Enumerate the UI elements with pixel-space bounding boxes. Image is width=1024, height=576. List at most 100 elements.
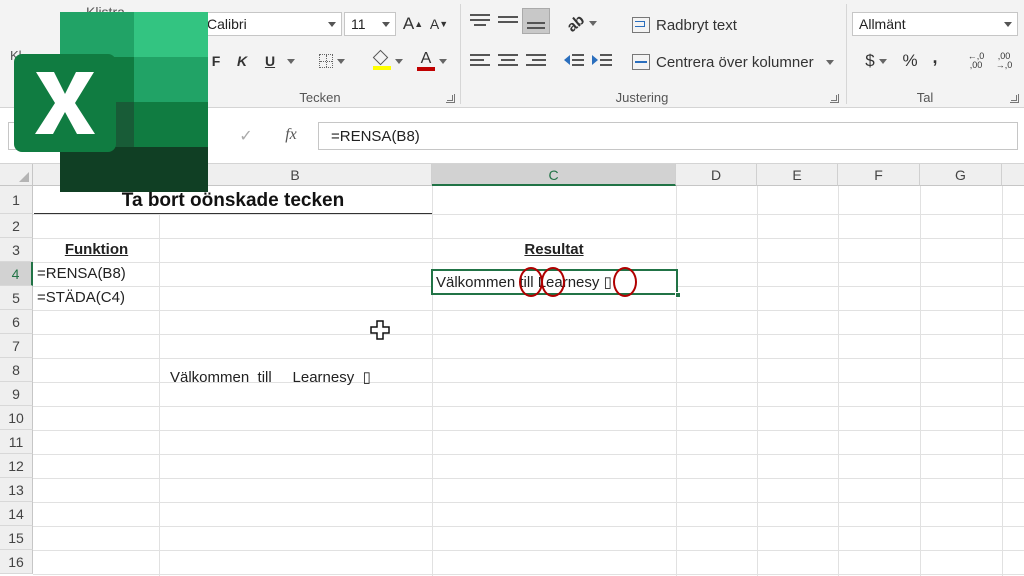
number-format-dropdown[interactable]: Allmänt [852,12,1018,36]
wrap-text-label: Radbryt text [656,16,737,34]
increase-decimal-button[interactable]: ←,0,00 [964,50,988,72]
decrease-indent-button[interactable] [564,52,584,68]
row-header-2[interactable]: 2 [0,214,33,238]
gridline [33,454,1024,455]
text-orientation-icon: ab [563,10,589,36]
wrap-text-button[interactable]: Radbryt text [632,14,737,36]
excel-logo-icon [14,12,208,192]
chevron-down-icon [382,22,390,27]
font-size-dropdown[interactable]: 11 [344,12,396,36]
gridline [33,478,1024,479]
insert-function-button[interactable]: fx [280,124,302,146]
align-center-button[interactable] [498,52,518,68]
borders-button[interactable] [312,50,352,72]
row-header-5[interactable]: 5 [0,286,33,310]
row-header-14[interactable]: 14 [0,502,33,526]
row-header-10[interactable]: 10 [0,406,33,430]
alignment-dialog-launcher-icon[interactable] [830,94,839,103]
shrink-font-icon: A [429,16,440,32]
spreadsheet-grid[interactable]: B C D E F G 1 2 3 4 5 6 7 8 9 10 11 12 1… [0,164,1024,576]
gridline [1002,186,1003,576]
row-header-6[interactable]: 6 [0,310,33,334]
gridline [33,502,1024,503]
column-header-d[interactable]: D [676,164,757,186]
bold-button[interactable]: F [206,50,226,72]
annotation-circle [613,267,637,297]
comma-style-button[interactable]: , [928,46,942,68]
annotation-circle [519,267,543,297]
row-header-9[interactable]: 9 [0,382,33,406]
row-header-16[interactable]: 16 [0,550,33,574]
underline-dropdown[interactable] [282,50,296,72]
font-size-value: 11 [351,16,366,32]
chevron-down-icon [337,58,345,64]
row-header-15[interactable]: 15 [0,526,33,550]
cell-b8[interactable]: Välkommen till Learnesy ▯ [170,366,371,390]
font-color-icon: A [417,50,435,72]
align-bottom-button[interactable] [522,8,550,34]
underline-button[interactable]: U [260,50,280,72]
row-header-8[interactable]: 8 [0,358,33,382]
font-name-dropdown[interactable]: Calibri [200,12,342,36]
gridline [33,574,1024,575]
column-header-c[interactable]: C [432,164,676,186]
column-header-h[interactable] [1002,164,1024,186]
row-header-3[interactable]: 3 [0,238,33,262]
italic-button[interactable]: K [232,50,252,72]
cell-a4[interactable]: =RENSA(B8) [37,262,126,286]
resultat-header[interactable]: Resultat [432,238,676,262]
decrease-decimal-button[interactable]: ,00 →,0 [992,50,1016,72]
currency-button[interactable]: $ [858,50,894,72]
column-header-e[interactable]: E [757,164,838,186]
number-format-value: Allmänt [859,16,906,32]
font-group-label: Tecken [299,90,341,105]
align-left-button[interactable] [470,52,490,68]
gridline [33,334,1024,335]
merge-center-label: Centrera över kolumner [656,53,814,71]
row-header-7[interactable]: 7 [0,334,33,358]
borders-icon [319,54,333,68]
enter-checkmark-icon[interactable]: ✓ [236,126,256,146]
percent-button[interactable]: % [900,50,920,72]
align-top-button[interactable] [470,12,490,28]
number-group-label: Tal [916,90,934,105]
gridline [920,186,921,576]
cell-a5[interactable]: =STÄDA(C4) [37,286,125,310]
fill-handle-icon[interactable] [675,292,681,298]
shrink-font-button[interactable]: A ▼ [428,12,450,36]
alignment-group-label: Justering [615,90,669,105]
align-right-button[interactable] [526,52,546,68]
number-dialog-launcher-icon[interactable] [1010,94,1019,103]
font-dialog-launcher-icon[interactable] [446,94,455,103]
chevron-down-icon [328,22,336,27]
font-name-value: Calibri [207,16,247,32]
chevron-down-icon [1004,22,1012,27]
gridline [33,310,1024,311]
annotation-circle [541,267,565,297]
wrap-text-icon [632,17,650,33]
formula-input[interactable]: =RENSA(B8) [318,122,1018,150]
gridline [676,186,677,576]
grow-font-button[interactable]: A ▲ [402,12,424,36]
fill-color-button[interactable] [368,48,408,74]
row-header-12[interactable]: 12 [0,454,33,478]
row-header-11[interactable]: 11 [0,430,33,454]
group-separator [846,4,847,104]
row-header-13[interactable]: 13 [0,478,33,502]
increase-indent-button[interactable] [592,52,612,68]
align-middle-button[interactable] [498,12,518,28]
column-header-g[interactable]: G [920,164,1002,186]
chevron-down-icon [825,59,834,65]
merge-center-button[interactable]: Centrera över kolumner [632,51,834,73]
font-color-button[interactable]: A [412,48,452,74]
orientation-button[interactable]: ab [562,10,602,36]
chevron-down-icon [395,58,403,64]
row-header-4[interactable]: 4 [0,262,33,286]
column-header-f[interactable]: F [838,164,920,186]
selected-cell-c4[interactable]: Välkommen till Learnesy ▯ [431,267,681,298]
chevron-down-icon [287,58,295,64]
gridline [33,358,1024,359]
chevron-down-icon [878,58,887,64]
paint-bucket-icon [372,49,391,71]
funktion-header[interactable]: Funktion [34,238,159,262]
